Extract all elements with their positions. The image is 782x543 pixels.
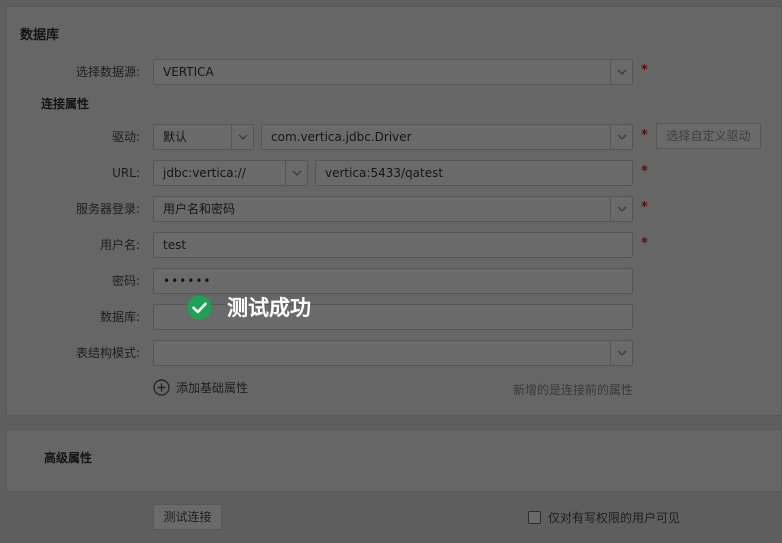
chevron-down-icon[interactable] <box>610 125 632 149</box>
database-label: 数据库: <box>99 310 140 324</box>
required-mark: * <box>641 63 648 78</box>
chevron-down-icon[interactable] <box>285 161 307 185</box>
test-connection-button[interactable]: 测试连接 <box>153 504 222 530</box>
datasource-value: VERTICA <box>163 65 214 79</box>
driver-label: 驱动: <box>111 130 140 144</box>
url-prefix-value: jdbc:vertica:// <box>163 166 246 180</box>
datasource-label: 选择数据源: <box>75 65 140 79</box>
write-permission-checkbox[interactable] <box>528 511 541 524</box>
schema-select[interactable] <box>153 340 633 366</box>
server-login-select[interactable]: 用户名和密码 <box>153 196 633 222</box>
advanced-panel <box>6 429 782 492</box>
required-mark: * <box>641 128 648 143</box>
chevron-down-icon[interactable] <box>610 60 632 84</box>
chevron-down-icon[interactable] <box>610 341 632 365</box>
success-toast-message: 测试成功 <box>227 296 311 320</box>
driver-class-select[interactable]: com.vertica.jdbc.Driver <box>261 124 633 150</box>
connection-props-title: 连接属性 <box>41 97 90 111</box>
write-permission-visibility[interactable]: 仅对有写权限的用户可见 <box>528 509 680 526</box>
required-mark: * <box>641 236 648 251</box>
password-label: 密码: <box>111 274 140 288</box>
custom-driver-button[interactable]: 选择自定义驱动 <box>656 123 761 149</box>
driver-type-select[interactable]: 默认 <box>153 124 254 150</box>
chevron-down-icon[interactable] <box>610 197 632 221</box>
username-label: 用户名: <box>99 238 140 252</box>
check-circle-icon <box>187 295 212 319</box>
username-input[interactable]: test <box>153 232 633 258</box>
required-mark: * <box>641 200 648 215</box>
url-input[interactable]: vertica:5433/qatest <box>315 160 633 186</box>
chevron-down-icon[interactable] <box>231 125 253 149</box>
database-section-title: 数据库 <box>20 28 60 43</box>
add-basic-property-button[interactable]: 添加基础属性 <box>153 378 248 396</box>
required-mark: * <box>641 164 648 179</box>
datasource-select[interactable]: VERTICA <box>153 59 633 85</box>
write-permission-label: 仅对有写权限的用户可见 <box>548 511 681 525</box>
url-prefix-select[interactable]: jdbc:vertica:// <box>153 160 308 186</box>
driver-class-value: com.vertica.jdbc.Driver <box>271 130 412 144</box>
advanced-section-title: 高级属性 <box>44 451 93 465</box>
server-login-value: 用户名和密码 <box>163 202 236 216</box>
server-login-label: 服务器登录: <box>75 202 140 216</box>
success-toast: 测试成功 <box>186 292 311 322</box>
schema-label: 表结构模式: <box>75 346 140 360</box>
add-basic-property-label: 添加基础属性 <box>176 380 249 395</box>
url-label: URL: <box>112 166 140 180</box>
driver-type-value: 默认 <box>163 130 188 144</box>
property-hint: 新增的是连接前的属性 <box>513 383 634 397</box>
password-input[interactable]: •••••• <box>153 268 633 294</box>
plus-circle-icon <box>153 378 170 396</box>
